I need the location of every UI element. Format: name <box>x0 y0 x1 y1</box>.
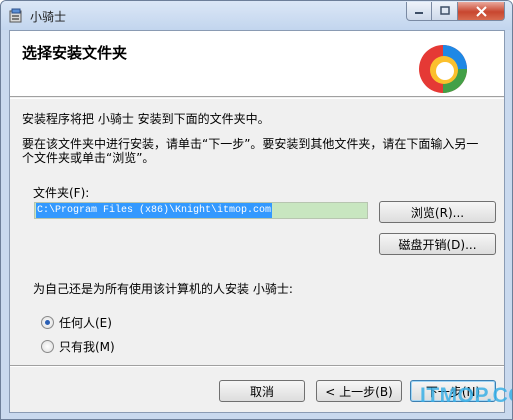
cancel-button[interactable]: 取消 <box>219 380 305 402</box>
close-button[interactable] <box>458 2 505 21</box>
installer-window: 小骑士 选择安装文件夹 安装程序将把 小骑士 安装到下面的文件夹中。 要在该文件… <box>0 0 513 420</box>
header-banner: 选择安装文件夹 <box>10 31 504 97</box>
maximize-button[interactable] <box>432 2 458 21</box>
footer-separator <box>10 365 504 367</box>
radio-everyone[interactable]: 任何人(E) <box>41 314 112 331</box>
browse-button[interactable]: 浏览(R)... <box>379 201 496 223</box>
maximize-icon <box>439 6 450 15</box>
window-title: 小骑士 <box>30 10 67 24</box>
watermark-text: ITMOP.COM <box>420 384 512 407</box>
instruction-text-line2: 个文件夹或单击“浏览”。 <box>22 151 155 165</box>
folder-path-input[interactable]: C:\Program Files (x86)\Knight\itmop.com <box>34 202 368 219</box>
page-title: 选择安装文件夹 <box>22 44 128 62</box>
disk-cost-button[interactable]: 磁盘开销(D)... <box>379 233 496 255</box>
install-for-label: 为自己还是为所有使用该计算机的人安装 小骑士: <box>33 282 293 296</box>
radio-everyone-label: 任何人(E) <box>59 316 112 330</box>
installer-icon <box>9 8 22 23</box>
minimize-button[interactable] <box>406 2 432 21</box>
intro-text: 安装程序将把 小骑士 安装到下面的文件夹中。 <box>22 112 270 126</box>
minimize-icon <box>415 12 423 14</box>
title-bar[interactable]: 小骑士 <box>1 1 512 30</box>
radio-just-me-label: 只有我(M) <box>59 340 115 354</box>
close-icon <box>475 5 487 17</box>
banner-divider <box>10 98 504 99</box>
dialog-client-area: 选择安装文件夹 安装程序将把 小骑士 安装到下面的文件夹中。 要在该文件夹中进行… <box>9 30 505 413</box>
product-logo-icon <box>419 45 467 93</box>
radio-just-me[interactable]: 只有我(M) <box>41 338 115 355</box>
folder-label: 文件夹(F): <box>33 186 90 200</box>
back-button[interactable]: < 上一步(B) <box>316 380 402 402</box>
folder-path-value: C:\Program Files (x86)\Knight\itmop.com <box>36 203 273 218</box>
radio-unselected-icon[interactable] <box>41 340 54 353</box>
radio-selected-icon[interactable] <box>41 316 54 329</box>
